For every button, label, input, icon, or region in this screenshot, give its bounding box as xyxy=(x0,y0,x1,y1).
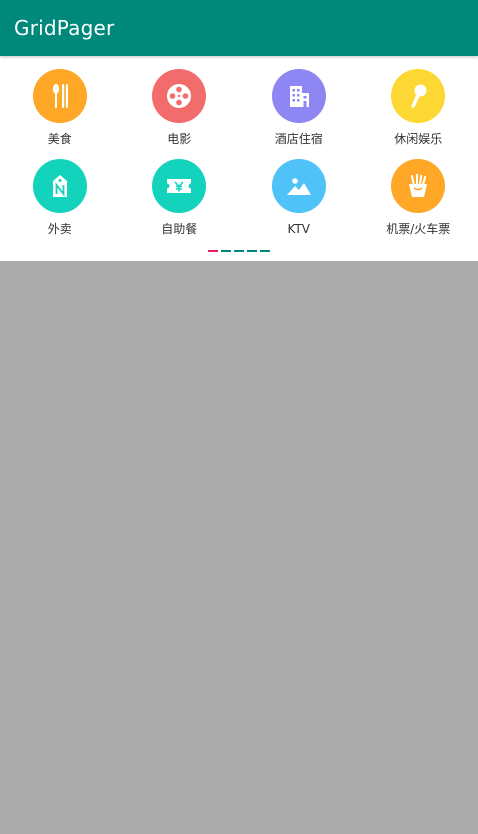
tag-icon xyxy=(32,159,87,213)
page-indicator-dot[interactable] xyxy=(221,250,231,252)
grid-item-label: 自助餐 xyxy=(161,222,198,236)
grid-item-takeout[interactable]: 外卖 xyxy=(0,159,120,236)
app-bar: GridPager xyxy=(0,0,478,56)
microphone-icon xyxy=(391,69,446,123)
grid-item-label: 酒店住宿 xyxy=(274,132,323,146)
grid-item-label: 美食 xyxy=(47,132,72,146)
food-icon xyxy=(32,69,87,123)
grid-item-leisure[interactable]: 休闲娱乐 xyxy=(359,69,478,146)
hotel-building-icon xyxy=(271,69,326,123)
grid-item-movie[interactable]: 电影 xyxy=(120,69,240,146)
page-indicator-dot[interactable] xyxy=(234,250,244,252)
grid-item-ktv[interactable]: KTV xyxy=(239,159,359,236)
grid-item-buffet[interactable]: 自助餐 xyxy=(120,159,240,236)
film-reel-icon xyxy=(152,69,207,123)
grid-item-hotel[interactable]: 酒店住宿 xyxy=(239,69,359,146)
image-icon xyxy=(271,159,326,213)
page-indicator-dot-active[interactable] xyxy=(208,250,218,252)
grid-pager[interactable]: 美食 电影 酒店住宿 休闲娱乐 外卖 自助餐 KTV 机票/火车票 xyxy=(0,56,478,261)
page-indicator xyxy=(0,250,478,252)
page-indicator-dot[interactable] xyxy=(260,250,270,252)
app-title: GridPager xyxy=(14,16,115,40)
grid-item-label: 电影 xyxy=(167,132,192,146)
fries-icon xyxy=(391,159,446,213)
grid-item-label: 机票/火车票 xyxy=(386,222,451,236)
grid-item-label: 外卖 xyxy=(47,222,72,236)
grid-item-tickets[interactable]: 机票/火车票 xyxy=(359,159,478,236)
grid-item-label: KTV xyxy=(287,222,310,236)
grid-item-label: 休闲娱乐 xyxy=(394,132,443,146)
category-grid: 美食 电影 酒店住宿 休闲娱乐 外卖 自助餐 KTV 机票/火车票 xyxy=(0,69,478,236)
coupon-icon xyxy=(152,159,207,213)
grid-item-food[interactable]: 美食 xyxy=(0,69,120,146)
page-indicator-dot[interactable] xyxy=(247,250,257,252)
